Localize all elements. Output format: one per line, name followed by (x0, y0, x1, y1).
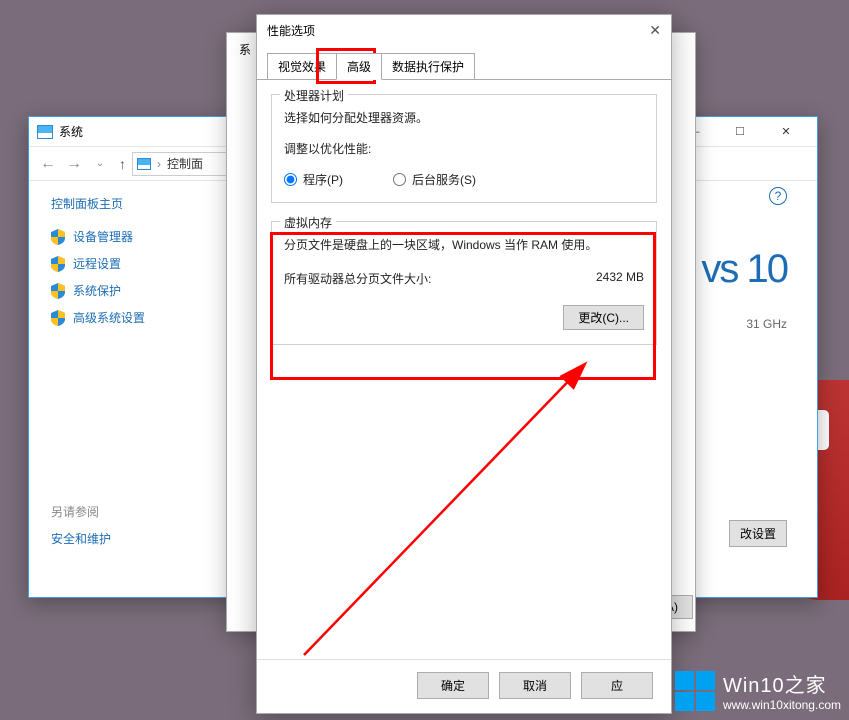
vm-desc: 分页文件是硬盘上的一块区域，Windows 当作 RAM 使用。 (284, 236, 644, 255)
sidebar-label: 远程设置 (73, 255, 121, 272)
shield-icon (51, 310, 65, 326)
forward-button[interactable]: → (61, 151, 87, 177)
vm-total-value: 2432 MB (596, 270, 644, 287)
perf-title-text: 性能选项 (267, 22, 631, 39)
recent-dropdown[interactable]: ⌄ (87, 151, 113, 177)
sidebar-item-protection[interactable]: 系统保护 (51, 282, 202, 299)
radio-programs-input[interactable] (284, 173, 297, 186)
change-button[interactable]: 更改(C)... (563, 305, 644, 330)
apply-button[interactable]: 应 (581, 672, 653, 699)
sidebar: 控制面板主页 设备管理器 远程设置 系统保护 高级系统设置 另请参阅 安全和维护 (29, 181, 224, 599)
tab-advanced[interactable]: 高级 (336, 53, 382, 80)
group-title: 虚拟内存 (280, 214, 336, 231)
watermark: Win10之家 www.win10xitong.com (675, 669, 841, 712)
shield-icon (51, 229, 65, 245)
change-settings-button[interactable]: 改设置 (729, 520, 787, 547)
proc-desc: 选择如何分配处理器资源。 (284, 109, 644, 128)
virtual-memory-group: 虚拟内存 分页文件是硬盘上的一块区域，Windows 当作 RAM 使用。 所有… (271, 221, 657, 344)
radio-background[interactable]: 后台服务(S) (393, 171, 476, 188)
perf-titlebar: 性能选项 ✕ (257, 15, 671, 45)
windows-logo-text: vs 10 (701, 247, 787, 291)
sidebar-label: 系统保护 (73, 282, 121, 299)
sidebar-item-remote[interactable]: 远程设置 (51, 255, 202, 272)
processor-scheduling-group: 处理器计划 选择如何分配处理器资源。 调整以优化性能: 程序(P) 后台服务(S… (271, 94, 657, 203)
radio-background-input[interactable] (393, 173, 406, 186)
vm-total-label: 所有驱动器总分页文件大小: (284, 270, 431, 287)
breadcrumb: 控制面 (167, 155, 203, 172)
radio-programs[interactable]: 程序(P) (284, 171, 343, 188)
help-icon[interactable]: ? (769, 187, 787, 205)
system-icon (37, 125, 53, 139)
sidebar-item-device-manager[interactable]: 设备管理器 (51, 228, 202, 245)
sidebar-item-advanced[interactable]: 高级系统设置 (51, 309, 202, 326)
up-button[interactable]: ↑ (119, 156, 126, 172)
maximize-button[interactable]: ☐ (717, 118, 763, 146)
adjust-label: 调整以优化性能: (284, 140, 644, 159)
sidebar-label: 设备管理器 (73, 228, 133, 245)
close-button[interactable]: ✕ (763, 118, 809, 146)
tab-visual-effects[interactable]: 视觉效果 (267, 53, 337, 79)
seealso-link[interactable]: 安全和维护 (51, 530, 111, 547)
windows-logo-icon (675, 671, 715, 711)
ok-button[interactable]: 确定 (417, 672, 489, 699)
cancel-button[interactable]: 取消 (499, 672, 571, 699)
close-button[interactable]: ✕ (631, 22, 661, 39)
tab-dep[interactable]: 数据执行保护 (381, 53, 475, 79)
seealso-heading: 另请参阅 (51, 503, 111, 520)
shield-icon (51, 256, 65, 272)
sidebar-label: 高级系统设置 (73, 309, 145, 326)
watermark-url: www.win10xitong.com (723, 698, 841, 712)
tab-strip: 视觉效果 高级 数据执行保护 (257, 53, 671, 80)
watermark-brand: Win10之家 (723, 669, 841, 698)
performance-options-window: 性能选项 ✕ 视觉效果 高级 数据执行保护 处理器计划 选择如何分配处理器资源。… (256, 14, 672, 714)
address-icon (137, 158, 151, 170)
group-title: 处理器计划 (280, 87, 348, 104)
back-button[interactable]: ← (35, 151, 61, 177)
cp-home-link[interactable]: 控制面板主页 (51, 195, 202, 212)
cpu-info: 31 GHz (746, 317, 787, 331)
shield-icon (51, 283, 65, 299)
